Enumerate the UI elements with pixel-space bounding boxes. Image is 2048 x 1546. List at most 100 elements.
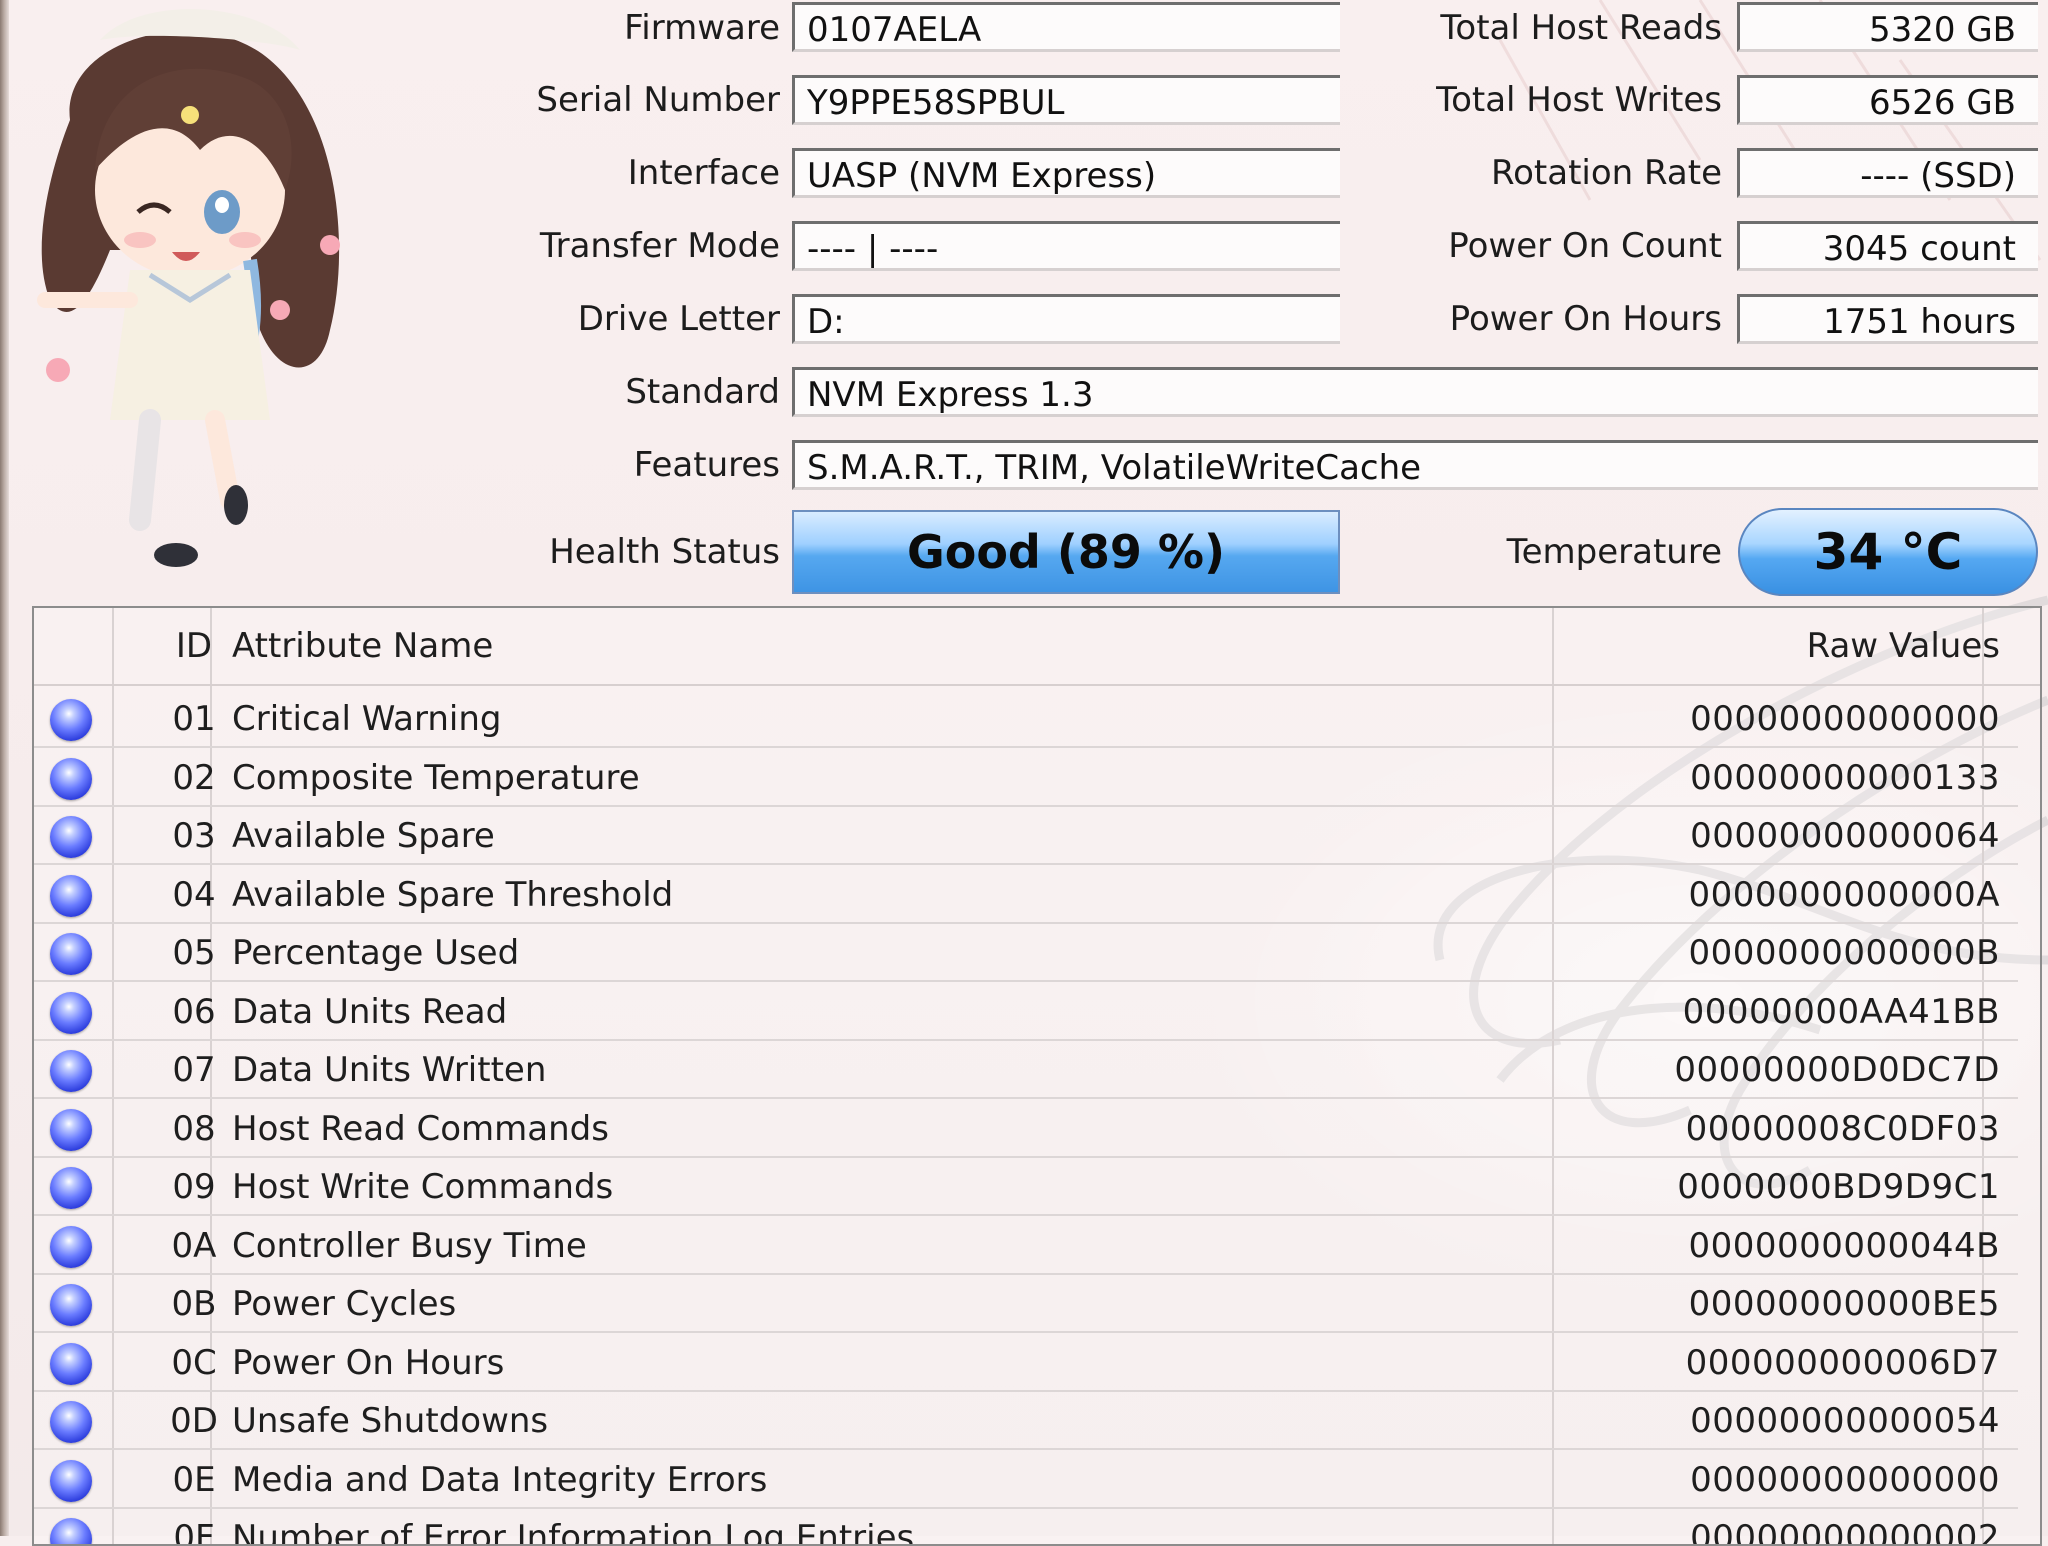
rotation-rate-label: Rotation Rate [1491,153,1722,193]
window-left-border [0,0,9,1536]
attribute-id: 09 [172,1167,216,1207]
attribute-raw-value: 0000000000000B [1688,933,2000,973]
attribute-name: Critical Warning [232,699,502,739]
attribute-raw-value: 000000000006D7 [1685,1342,2000,1383]
table-row[interactable]: 0E Media and Data Integrity Errors 0000000… [34,1451,2018,1509]
table-row[interactable]: 03 Available Spare 00000000000064 [34,807,2018,865]
features-field: S.M.A.R.T., TRIM, VolatileWriteCache [792,440,2038,490]
power-on-hours-field: 1751 hours [1737,294,2038,344]
temperature-button[interactable]: 34 °C [1738,508,2038,596]
table-row[interactable]: 01 Critical Warning 00000000000000 [34,690,2018,748]
table-row[interactable]: 0B Power Cycles 00000000000BE5 [34,1275,2018,1333]
status-orb-icon [50,816,92,858]
interface-label: Interface [627,153,780,193]
table-row[interactable]: 06 Data Units Read 00000000AA41BB [34,983,2018,1041]
attribute-name: Data Units Written [232,1050,547,1090]
attribute-id: 01 [172,699,216,739]
total-host-writes-field: 6526 GB [1737,75,2038,125]
table-row[interactable]: 0C Power On Hours 000000000006D7 [34,1334,2018,1392]
attribute-id: 03 [172,816,216,856]
status-orb-icon [50,1401,92,1443]
attribute-id: 0C [171,1342,217,1383]
table-row[interactable]: 07 Data Units Written 00000000D0DC7D [34,1041,2018,1099]
status-orb-icon [50,874,92,917]
status-orb-icon [50,1108,92,1151]
attribute-id: 02 [172,757,216,798]
table-row[interactable]: 09 Host Write Commands 0000000BD9D9C1 [34,1158,2018,1216]
table-row[interactable]: 08 Host Read Commands 00000008C0DF03 [34,1100,2018,1158]
column-header-raw-values[interactable]: Raw Values [1534,608,2000,684]
features-label: Features [633,445,780,485]
status-orb-icon [50,1225,92,1268]
attribute-raw-value: 00000000000054 [1690,1401,2000,1441]
attribute-name: Number of Error Information Log Entries [232,1518,915,1546]
table-row[interactable]: 0F Number of Error Information Log Entrie… [34,1509,2018,1546]
attribute-id: 08 [172,1108,216,1149]
status-orb-icon [50,1459,92,1502]
total-host-reads-label: Total Host Reads [1440,8,1722,48]
attribute-raw-value: 00000000000000 [1690,699,2000,739]
status-orb-icon [50,1342,92,1385]
temperature-label: Temperature [1506,532,1722,572]
attribute-name: Controller Busy Time [232,1225,587,1266]
attribute-id: 0E [172,1459,216,1500]
table-row[interactable]: 05 Percentage Used 0000000000000B [34,924,2018,982]
attribute-id: 07 [172,1050,216,1090]
column-header-attribute-name[interactable]: Attribute Name [232,608,493,684]
transfer-mode-label: Transfer Mode [539,226,780,266]
attribute-raw-value: 00000000000064 [1690,816,2000,856]
attribute-raw-value: 00000000AA41BB [1682,991,2000,1032]
attribute-id: 0D [170,1401,218,1441]
total-host-writes-label: Total Host Writes [1436,80,1722,120]
attribute-raw-value: 0000000000000A [1688,874,2000,915]
status-orb-icon [50,933,92,975]
column-header-id[interactable]: ID [144,608,244,684]
attribute-raw-value: 00000008C0DF03 [1685,1108,2000,1149]
table-header: ID Attribute Name Raw Values [34,608,2040,686]
attribute-name: Available Spare [232,816,495,856]
attribute-name: Percentage Used [232,933,520,973]
total-host-reads-field: 5320 GB [1737,2,2038,52]
attribute-id: 05 [172,933,216,973]
attribute-id: 0F [173,1518,215,1546]
attribute-name: Host Read Commands [232,1108,609,1149]
smart-attributes-table[interactable]: ID Attribute Name Raw Values 01 Critical … [32,606,2042,1546]
attribute-name: Unsafe Shutdowns [232,1401,549,1441]
table-row[interactable]: 04 Available Spare Threshold 0000000000000… [34,866,2018,924]
health-status-label: Health Status [549,532,780,572]
status-orb-icon [50,1167,92,1209]
attribute-raw-value: 00000000000BE5 [1688,1284,2000,1324]
attribute-raw-value: 00000000000002 [1690,1518,2000,1546]
attribute-name: Host Write Commands [232,1167,614,1207]
status-orb-icon [50,1050,92,1092]
attribute-name: Power On Hours [232,1342,505,1383]
attribute-name: Available Spare Threshold [232,874,674,915]
firmware-label: Firmware [624,8,780,48]
status-orb-icon [50,1518,92,1544]
attribute-name: Composite Temperature [232,757,640,798]
attribute-name: Media and Data Integrity Errors [232,1459,768,1500]
attribute-raw-value: 00000000000133 [1690,757,2000,798]
power-on-count-field: 3045 count [1737,221,2038,271]
status-orb-icon [50,1284,92,1326]
attribute-id: 0A [171,1225,217,1266]
attribute-raw-value: 00000000000000 [1690,1459,2000,1500]
table-row[interactable]: 0A Controller Busy Time 0000000000044B [34,1217,2018,1275]
attribute-raw-value: 0000000000044B [1688,1225,2000,1266]
table-row[interactable]: 0D Unsafe Shutdowns 00000000000054 [34,1392,2018,1450]
standard-label: Standard [625,372,780,412]
attribute-name: Power Cycles [232,1284,457,1324]
rotation-rate-field: ---- (SSD) [1737,148,2038,198]
attribute-name: Data Units Read [232,991,508,1032]
table-row[interactable]: 02 Composite Temperature 00000000000133 [34,749,2018,807]
status-orb-icon [50,991,92,1034]
attribute-id: 06 [172,991,216,1032]
power-on-count-label: Power On Count [1448,226,1722,266]
standard-field: NVM Express 1.3 [792,367,2038,417]
attribute-id: 04 [172,874,216,915]
attribute-raw-value: 0000000BD9D9C1 [1677,1167,2000,1207]
status-orb-icon [50,757,92,800]
serial-number-label: Serial Number [536,80,780,120]
attribute-raw-value: 00000000D0DC7D [1674,1050,2000,1090]
status-orb-icon [50,699,92,741]
